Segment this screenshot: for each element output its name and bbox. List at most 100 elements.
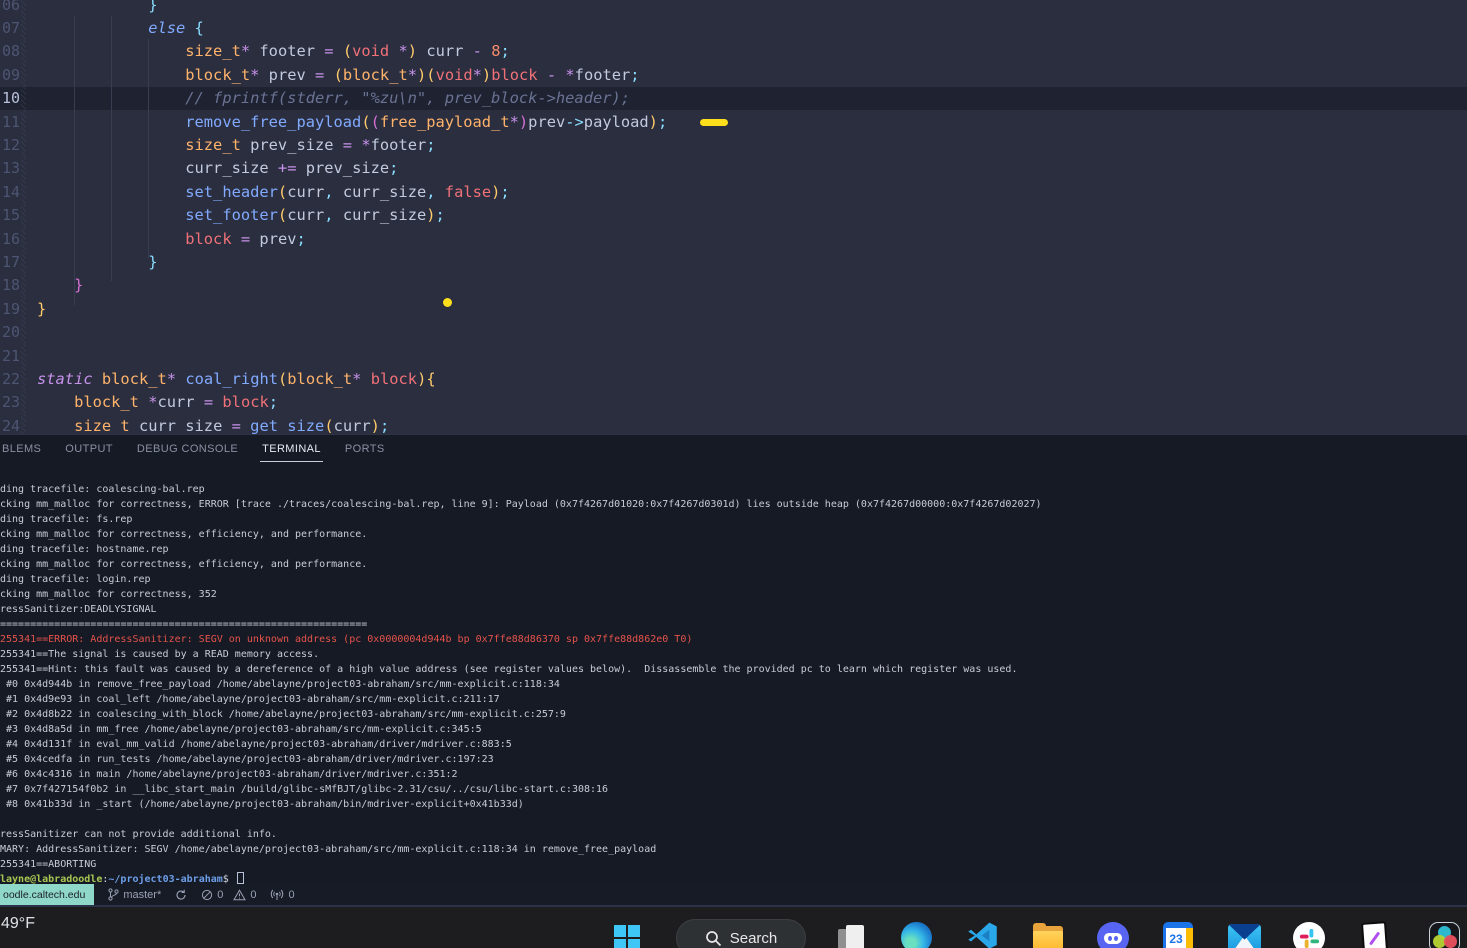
line-number[interactable]: 09	[0, 66, 21, 84]
line-number[interactable]: 17	[0, 253, 21, 271]
code-line[interactable]: 11 remove_free_payload((free_payload_t*)…	[0, 110, 1467, 133]
code-line[interactable]: 15 set_footer(curr, curr_size);	[0, 204, 1467, 227]
code-line[interactable]: 21	[0, 344, 1467, 367]
code-lines: 06 }07 else {08 size_t* footer = (void *…	[0, 0, 1467, 434]
edge-icon	[901, 922, 932, 948]
line-number[interactable]: 14	[0, 183, 21, 201]
terminal-line: MARY: AddressSanitizer: SEGV /home/abela…	[0, 842, 1467, 857]
terminal-line	[0, 812, 1467, 827]
sync-button[interactable]	[175, 889, 187, 901]
code-editor[interactable]: 06 }07 else {08 size_t* footer = (void *…	[0, 0, 1467, 434]
line-number[interactable]: 23	[0, 393, 21, 411]
terminal-line: 255341==ABORTING	[0, 857, 1467, 872]
line-number[interactable]: 15	[0, 206, 21, 224]
warning-icon	[233, 889, 246, 901]
code-line[interactable]: 12 size_t prev_size = *footer;	[0, 133, 1467, 156]
notebook-button[interactable]	[1359, 922, 1391, 948]
code-line[interactable]: 06 }	[0, 0, 1467, 16]
gutter-decoration	[21, 391, 26, 414]
davinci-resolve-icon	[1429, 922, 1460, 948]
code-line[interactable]: 22 static block_t* coal_right(block_t* bl…	[0, 367, 1467, 390]
code-text: static block_t* coal_right(block_t* bloc…	[26, 370, 436, 388]
panel-tab-ports[interactable]: PORTS	[343, 439, 387, 459]
code-line[interactable]: 16 block = prev;	[0, 227, 1467, 250]
terminal-line: #8 0x41b33d in _start (/home/abelayne/pr…	[0, 797, 1467, 812]
terminal-line: #3 0x4d8a5d in mm_free /home/abelayne/pr…	[0, 722, 1467, 737]
terminal-line: ressSanitizer can not provide additional…	[0, 827, 1467, 842]
calendar-button[interactable]: 23	[1163, 922, 1195, 948]
taskbar-search[interactable]: Search	[676, 919, 806, 948]
line-number[interactable]: 06	[0, 0, 21, 14]
terminal-output[interactable]: ding tracefile: coalescing-bal.repcking …	[0, 463, 1467, 884]
bottom-panel[interactable]: BLEMS OUTPUT DEBUG CONSOLE TERMINAL PORTS di…	[0, 434, 1467, 884]
code-line[interactable]: 19}	[0, 297, 1467, 320]
line-number[interactable]: 11	[0, 113, 21, 131]
line-number[interactable]: 16	[0, 230, 21, 248]
terminal-prompt[interactable]: layne@labradoodle:~/project03-abraham$	[0, 872, 1467, 884]
line-number[interactable]: 18	[0, 276, 21, 294]
prompt-dollar: $	[223, 874, 235, 884]
line-number[interactable]: 13	[0, 159, 21, 177]
problems-item[interactable]: 0 0	[201, 889, 256, 901]
git-branch-item[interactable]: master*	[108, 888, 161, 901]
davinci-resolve-button[interactable]	[1429, 922, 1461, 948]
panel-tab-terminal[interactable]: TERMINAL	[260, 439, 323, 459]
code-line[interactable]: 17 }	[0, 250, 1467, 273]
remote-indicator[interactable]: oodle.caltech.edu	[0, 884, 94, 905]
terminal-line: cking mm_malloc for correctness, ERROR […	[0, 497, 1467, 512]
indent-guide	[111, 16, 112, 281]
mail-button[interactable]	[1228, 922, 1260, 948]
gutter-decoration	[21, 204, 26, 227]
gutter-decoration	[21, 16, 26, 39]
line-number[interactable]: 08	[0, 42, 21, 60]
remote-label: oodle.caltech.edu	[3, 889, 85, 901]
status-bar: oodle.caltech.edu master* 0 0 0	[0, 884, 1467, 905]
line-number[interactable]: 24	[0, 417, 21, 434]
code-line[interactable]: 07 else {	[0, 16, 1467, 39]
code-line[interactable]: 14 set_header(curr, curr_size, false);	[0, 180, 1467, 203]
code-line[interactable]: 23 block_t *curr = block;	[0, 391, 1467, 414]
code-text: else {	[26, 19, 204, 37]
terminal-line: ding tracefile: coalescing-bal.rep	[0, 482, 1467, 497]
gutter-decoration	[21, 344, 26, 367]
git-branch-label: master*	[123, 889, 161, 901]
line-number[interactable]: 12	[0, 136, 21, 154]
code-line[interactable]: 18 }	[0, 274, 1467, 297]
code-line[interactable]: 08 size_t* footer = (void *) curr - 8;	[0, 40, 1467, 63]
terminal-cursor	[237, 872, 244, 884]
line-number[interactable]: 19	[0, 300, 21, 318]
code-text: // fprintf(stderr, "%zu\n", prev_block->…	[26, 89, 630, 107]
panel-tab-debug-console[interactable]: DEBUG CONSOLE	[135, 439, 240, 459]
broadcast-tower-icon	[270, 889, 284, 901]
code-line[interactable]: 24 size_t curr_size = get_size(curr);	[0, 414, 1467, 434]
panel-tabs: BLEMS OUTPUT DEBUG CONSOLE TERMINAL PORTS	[0, 435, 1467, 463]
calendar-day: 23	[1166, 928, 1186, 948]
code-line[interactable]: 10 // fprintf(stderr, "%zu\n", prev_bloc…	[0, 87, 1467, 110]
panel-tab-output[interactable]: OUTPUT	[63, 439, 115, 459]
terminal-line: 255341==ERROR: AddressSanitizer: SEGV on…	[0, 632, 1467, 647]
edge-browser-button[interactable]	[901, 922, 933, 948]
indent-guide	[74, 16, 75, 305]
code-line[interactable]: 20	[0, 320, 1467, 343]
weather-widget[interactable]: 49°F	[1, 915, 35, 933]
vscode-button[interactable]	[967, 922, 999, 948]
line-number[interactable]: 10	[0, 89, 21, 107]
code-text: remove_free_payload((free_payload_t*)pre…	[26, 113, 667, 131]
line-number[interactable]: 21	[0, 347, 21, 365]
code-text: curr_size += prev_size;	[26, 159, 398, 177]
gutter-decoration	[21, 0, 26, 16]
line-number[interactable]: 20	[0, 323, 21, 341]
code-line[interactable]: 09 block_t* prev = (block_t*)(void*)bloc…	[0, 63, 1467, 86]
file-explorer-button[interactable]	[1032, 922, 1064, 948]
gutter-decoration	[21, 87, 26, 110]
panel-tab-blems[interactable]: BLEMS	[0, 439, 43, 459]
ports-item[interactable]: 0	[270, 889, 294, 901]
windows-start-button[interactable]	[611, 922, 643, 948]
terminal-line: #2 0x4d8b22 in coalescing_with_block /ho…	[0, 707, 1467, 722]
discord-button[interactable]	[1097, 922, 1129, 948]
slack-button[interactable]	[1293, 922, 1325, 948]
line-number[interactable]: 07	[0, 19, 21, 37]
line-number[interactable]: 22	[0, 370, 21, 388]
code-line[interactable]: 13 curr_size += prev_size;	[0, 157, 1467, 180]
task-view-button[interactable]	[836, 922, 868, 948]
